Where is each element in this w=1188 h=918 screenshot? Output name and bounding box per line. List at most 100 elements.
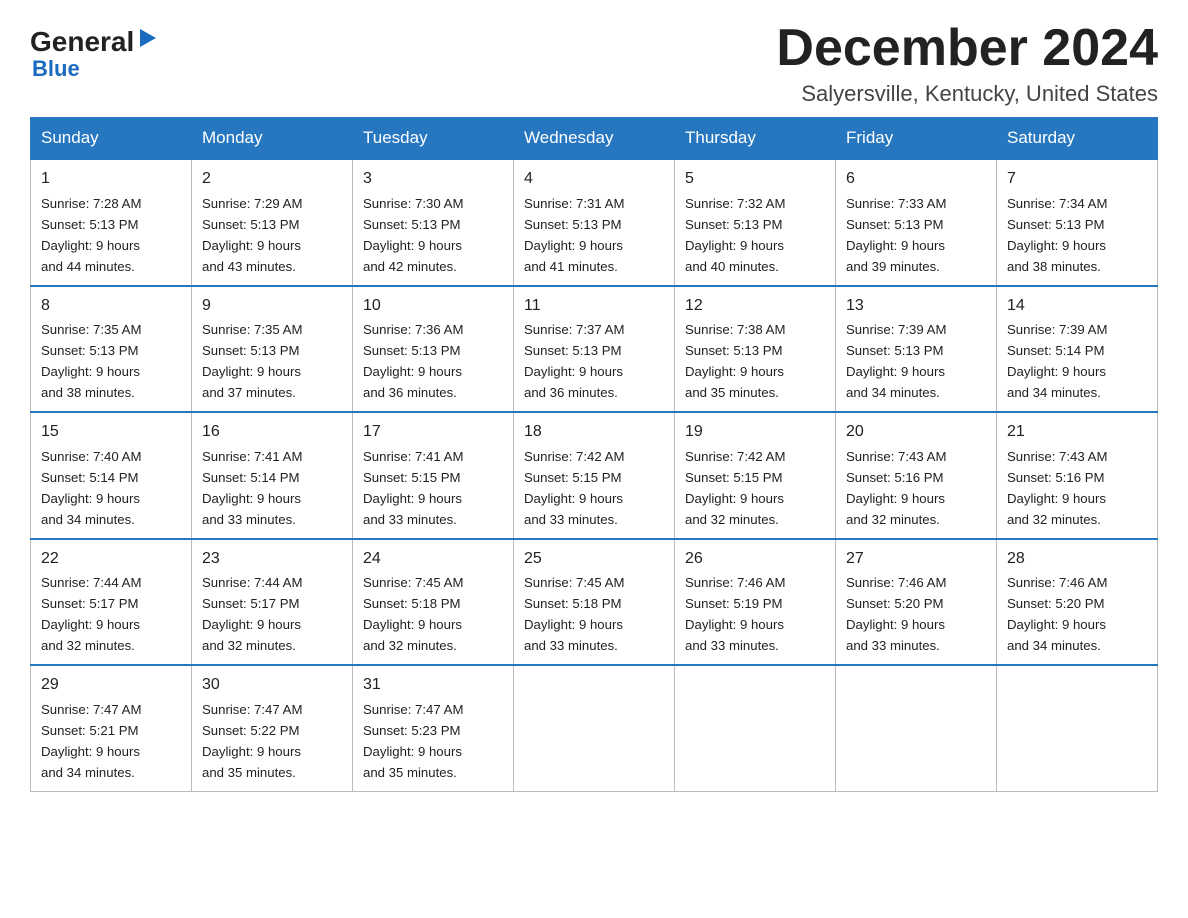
header-friday: Friday: [836, 118, 997, 160]
week-row-2: 8 Sunrise: 7:35 AMSunset: 5:13 PMDayligh…: [31, 286, 1158, 412]
logo: General Blue: [30, 28, 158, 82]
day-info: Sunrise: 7:30 AMSunset: 5:13 PMDaylight:…: [363, 196, 463, 274]
day-number: 2: [202, 167, 344, 192]
calendar-cell: 24 Sunrise: 7:45 AMSunset: 5:18 PMDaylig…: [353, 539, 514, 665]
header-monday: Monday: [192, 118, 353, 160]
day-info: Sunrise: 7:37 AMSunset: 5:13 PMDaylight:…: [524, 322, 624, 400]
day-info: Sunrise: 7:47 AMSunset: 5:21 PMDaylight:…: [41, 702, 141, 780]
calendar-cell: 1 Sunrise: 7:28 AMSunset: 5:13 PMDayligh…: [31, 159, 192, 285]
day-info: Sunrise: 7:47 AMSunset: 5:22 PMDaylight:…: [202, 702, 302, 780]
day-number: 7: [1007, 167, 1149, 192]
day-number: 13: [846, 294, 988, 319]
calendar-cell: 26 Sunrise: 7:46 AMSunset: 5:19 PMDaylig…: [675, 539, 836, 665]
week-row-4: 22 Sunrise: 7:44 AMSunset: 5:17 PMDaylig…: [31, 539, 1158, 665]
day-info: Sunrise: 7:45 AMSunset: 5:18 PMDaylight:…: [363, 575, 463, 653]
calendar-cell: 11 Sunrise: 7:37 AMSunset: 5:13 PMDaylig…: [514, 286, 675, 412]
day-info: Sunrise: 7:39 AMSunset: 5:14 PMDaylight:…: [1007, 322, 1107, 400]
calendar-cell: 30 Sunrise: 7:47 AMSunset: 5:22 PMDaylig…: [192, 665, 353, 791]
day-info: Sunrise: 7:46 AMSunset: 5:20 PMDaylight:…: [846, 575, 946, 653]
calendar-cell: 23 Sunrise: 7:44 AMSunset: 5:17 PMDaylig…: [192, 539, 353, 665]
day-number: 4: [524, 167, 666, 192]
day-info: Sunrise: 7:36 AMSunset: 5:13 PMDaylight:…: [363, 322, 463, 400]
day-info: Sunrise: 7:35 AMSunset: 5:13 PMDaylight:…: [202, 322, 302, 400]
day-number: 1: [41, 167, 183, 192]
calendar-cell: [514, 665, 675, 791]
calendar-cell: 16 Sunrise: 7:41 AMSunset: 5:14 PMDaylig…: [192, 412, 353, 538]
location-title: Salyersville, Kentucky, United States: [776, 81, 1158, 107]
day-number: 29: [41, 673, 183, 698]
day-info: Sunrise: 7:38 AMSunset: 5:13 PMDaylight:…: [685, 322, 785, 400]
calendar-cell: 29 Sunrise: 7:47 AMSunset: 5:21 PMDaylig…: [31, 665, 192, 791]
day-info: Sunrise: 7:43 AMSunset: 5:16 PMDaylight:…: [846, 449, 946, 527]
calendar-cell: [997, 665, 1158, 791]
day-number: 14: [1007, 294, 1149, 319]
week-row-1: 1 Sunrise: 7:28 AMSunset: 5:13 PMDayligh…: [31, 159, 1158, 285]
day-info: Sunrise: 7:43 AMSunset: 5:16 PMDaylight:…: [1007, 449, 1107, 527]
day-number: 19: [685, 420, 827, 445]
logo-blue-text: Blue: [32, 56, 80, 82]
day-number: 23: [202, 547, 344, 572]
calendar-cell: 12 Sunrise: 7:38 AMSunset: 5:13 PMDaylig…: [675, 286, 836, 412]
title-block: December 2024 Salyersville, Kentucky, Un…: [776, 20, 1158, 107]
weekday-header-row: Sunday Monday Tuesday Wednesday Thursday…: [31, 118, 1158, 160]
day-info: Sunrise: 7:41 AMSunset: 5:15 PMDaylight:…: [363, 449, 463, 527]
day-info: Sunrise: 7:31 AMSunset: 5:13 PMDaylight:…: [524, 196, 624, 274]
header-thursday: Thursday: [675, 118, 836, 160]
day-number: 6: [846, 167, 988, 192]
day-info: Sunrise: 7:32 AMSunset: 5:13 PMDaylight:…: [685, 196, 785, 274]
day-info: Sunrise: 7:34 AMSunset: 5:13 PMDaylight:…: [1007, 196, 1107, 274]
day-number: 31: [363, 673, 505, 698]
day-info: Sunrise: 7:35 AMSunset: 5:13 PMDaylight:…: [41, 322, 141, 400]
calendar-cell: 8 Sunrise: 7:35 AMSunset: 5:13 PMDayligh…: [31, 286, 192, 412]
calendar-cell: 3 Sunrise: 7:30 AMSunset: 5:13 PMDayligh…: [353, 159, 514, 285]
day-number: 18: [524, 420, 666, 445]
calendar-cell: 7 Sunrise: 7:34 AMSunset: 5:13 PMDayligh…: [997, 159, 1158, 285]
calendar-cell: 28 Sunrise: 7:46 AMSunset: 5:20 PMDaylig…: [997, 539, 1158, 665]
day-info: Sunrise: 7:33 AMSunset: 5:13 PMDaylight:…: [846, 196, 946, 274]
calendar-cell: 27 Sunrise: 7:46 AMSunset: 5:20 PMDaylig…: [836, 539, 997, 665]
day-number: 8: [41, 294, 183, 319]
calendar-cell: 6 Sunrise: 7:33 AMSunset: 5:13 PMDayligh…: [836, 159, 997, 285]
day-info: Sunrise: 7:41 AMSunset: 5:14 PMDaylight:…: [202, 449, 302, 527]
logo-general-text: General: [30, 28, 134, 56]
day-number: 25: [524, 547, 666, 572]
calendar-cell: 2 Sunrise: 7:29 AMSunset: 5:13 PMDayligh…: [192, 159, 353, 285]
day-number: 15: [41, 420, 183, 445]
day-info: Sunrise: 7:39 AMSunset: 5:13 PMDaylight:…: [846, 322, 946, 400]
day-number: 24: [363, 547, 505, 572]
header-tuesday: Tuesday: [353, 118, 514, 160]
day-info: Sunrise: 7:42 AMSunset: 5:15 PMDaylight:…: [685, 449, 785, 527]
month-title: December 2024: [776, 20, 1158, 77]
day-info: Sunrise: 7:40 AMSunset: 5:14 PMDaylight:…: [41, 449, 141, 527]
day-number: 11: [524, 294, 666, 319]
calendar-cell: 14 Sunrise: 7:39 AMSunset: 5:14 PMDaylig…: [997, 286, 1158, 412]
calendar-cell: 13 Sunrise: 7:39 AMSunset: 5:13 PMDaylig…: [836, 286, 997, 412]
header-saturday: Saturday: [997, 118, 1158, 160]
page-header: General Blue December 2024 Salyersville,…: [30, 20, 1158, 107]
day-info: Sunrise: 7:44 AMSunset: 5:17 PMDaylight:…: [41, 575, 141, 653]
calendar-cell: 17 Sunrise: 7:41 AMSunset: 5:15 PMDaylig…: [353, 412, 514, 538]
day-number: 10: [363, 294, 505, 319]
week-row-5: 29 Sunrise: 7:47 AMSunset: 5:21 PMDaylig…: [31, 665, 1158, 791]
day-info: Sunrise: 7:45 AMSunset: 5:18 PMDaylight:…: [524, 575, 624, 653]
day-number: 21: [1007, 420, 1149, 445]
calendar-cell: 4 Sunrise: 7:31 AMSunset: 5:13 PMDayligh…: [514, 159, 675, 285]
day-number: 20: [846, 420, 988, 445]
day-number: 3: [363, 167, 505, 192]
day-number: 28: [1007, 547, 1149, 572]
day-number: 27: [846, 547, 988, 572]
day-info: Sunrise: 7:42 AMSunset: 5:15 PMDaylight:…: [524, 449, 624, 527]
day-number: 26: [685, 547, 827, 572]
calendar-cell: 10 Sunrise: 7:36 AMSunset: 5:13 PMDaylig…: [353, 286, 514, 412]
calendar-cell: 19 Sunrise: 7:42 AMSunset: 5:15 PMDaylig…: [675, 412, 836, 538]
day-info: Sunrise: 7:47 AMSunset: 5:23 PMDaylight:…: [363, 702, 463, 780]
logo-arrow-icon: [136, 27, 158, 49]
day-number: 30: [202, 673, 344, 698]
day-number: 22: [41, 547, 183, 572]
day-number: 17: [363, 420, 505, 445]
calendar-table: Sunday Monday Tuesday Wednesday Thursday…: [30, 117, 1158, 791]
calendar-cell: 9 Sunrise: 7:35 AMSunset: 5:13 PMDayligh…: [192, 286, 353, 412]
day-info: Sunrise: 7:46 AMSunset: 5:19 PMDaylight:…: [685, 575, 785, 653]
calendar-cell: [675, 665, 836, 791]
day-info: Sunrise: 7:44 AMSunset: 5:17 PMDaylight:…: [202, 575, 302, 653]
